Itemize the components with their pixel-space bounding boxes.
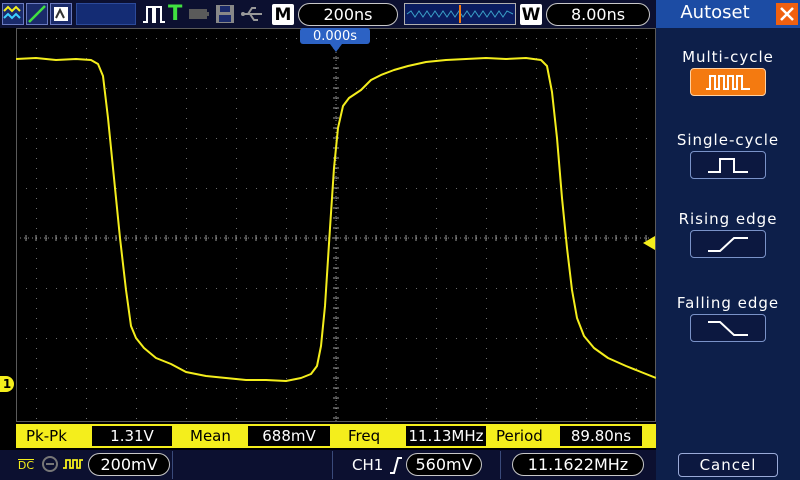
trigger-source-label: CH1 — [352, 456, 384, 474]
coupling-label: DC — [17, 459, 35, 472]
trigger-level-value[interactable]: 560mV — [406, 453, 482, 476]
math-slot[interactable] — [76, 3, 136, 25]
rising-edge-icon — [708, 237, 748, 252]
probe-waveform-icon[interactable] — [62, 454, 84, 474]
trigger-status-label: T — [168, 1, 183, 25]
waveform-display[interactable] — [16, 28, 656, 422]
coupling-indicator[interactable]: DC — [16, 453, 36, 475]
bottom-divider — [332, 451, 333, 479]
persistence-icon[interactable] — [50, 3, 72, 25]
memory-depth-indicator[interactable] — [404, 3, 516, 25]
rising-edge-trigger-icon[interactable] — [389, 455, 403, 475]
usb-icon — [240, 4, 264, 24]
pulse-trigger-icon — [142, 4, 166, 24]
cancel-button[interactable]: Cancel — [678, 453, 778, 477]
option-label-single-cycle: Single-cycle — [676, 131, 780, 149]
multi-cycle-button[interactable] — [690, 68, 766, 96]
save-icon[interactable] — [214, 4, 236, 24]
wave-display-icon[interactable] — [2, 3, 24, 25]
single-cycle-button[interactable] — [690, 151, 766, 179]
bottom-divider — [172, 451, 173, 479]
trigger-position-marker[interactable] — [330, 44, 342, 52]
meas-label-freq: Freq — [348, 427, 381, 445]
trigger-level-marker[interactable] — [643, 236, 655, 250]
option-label-falling-edge: Falling edge — [676, 294, 780, 312]
close-icon — [780, 7, 794, 21]
timebase-value[interactable]: 200ns — [298, 3, 398, 26]
battery-icon — [188, 6, 210, 22]
falling-edge-icon — [708, 321, 748, 336]
meas-value-mean: 688mV — [248, 426, 330, 446]
timebase-label: M — [272, 4, 294, 25]
meas-value-period: 89.80ns — [560, 426, 642, 446]
bottom-divider — [500, 451, 501, 479]
meas-label-pkpk: Pk-Pk — [26, 427, 67, 445]
bandwidth-limit-icon[interactable] — [40, 454, 60, 474]
trigger-position-label[interactable]: 0.000s — [300, 28, 370, 44]
rising-edge-button[interactable] — [690, 230, 766, 258]
meas-label-mean: Mean — [190, 427, 231, 445]
trigger-frequency-value: 11.1622MHz — [512, 453, 644, 476]
option-label-rising-edge: Rising edge — [678, 210, 778, 228]
falling-edge-button[interactable] — [690, 314, 766, 342]
ch1-waveform-trace — [16, 57, 656, 382]
meas-value-freq: 11.13MHz — [406, 426, 486, 446]
window-label: W — [520, 4, 542, 25]
option-label-multi-cycle: Multi-cycle — [682, 48, 774, 66]
ramp-icon[interactable] — [26, 3, 48, 25]
ch1-volts-div[interactable]: 200mV — [88, 453, 170, 476]
menu-title: Autoset — [680, 2, 750, 23]
ch1-ground-marker[interactable]: 1 — [0, 376, 14, 392]
multi-cycle-icon — [706, 75, 750, 90]
meas-label-period: Period — [496, 427, 543, 445]
window-value[interactable]: 8.00ns — [546, 3, 650, 26]
close-menu-button[interactable] — [776, 3, 798, 25]
single-cycle-icon — [708, 158, 748, 173]
meas-value-pkpk: 1.31V — [92, 426, 172, 446]
